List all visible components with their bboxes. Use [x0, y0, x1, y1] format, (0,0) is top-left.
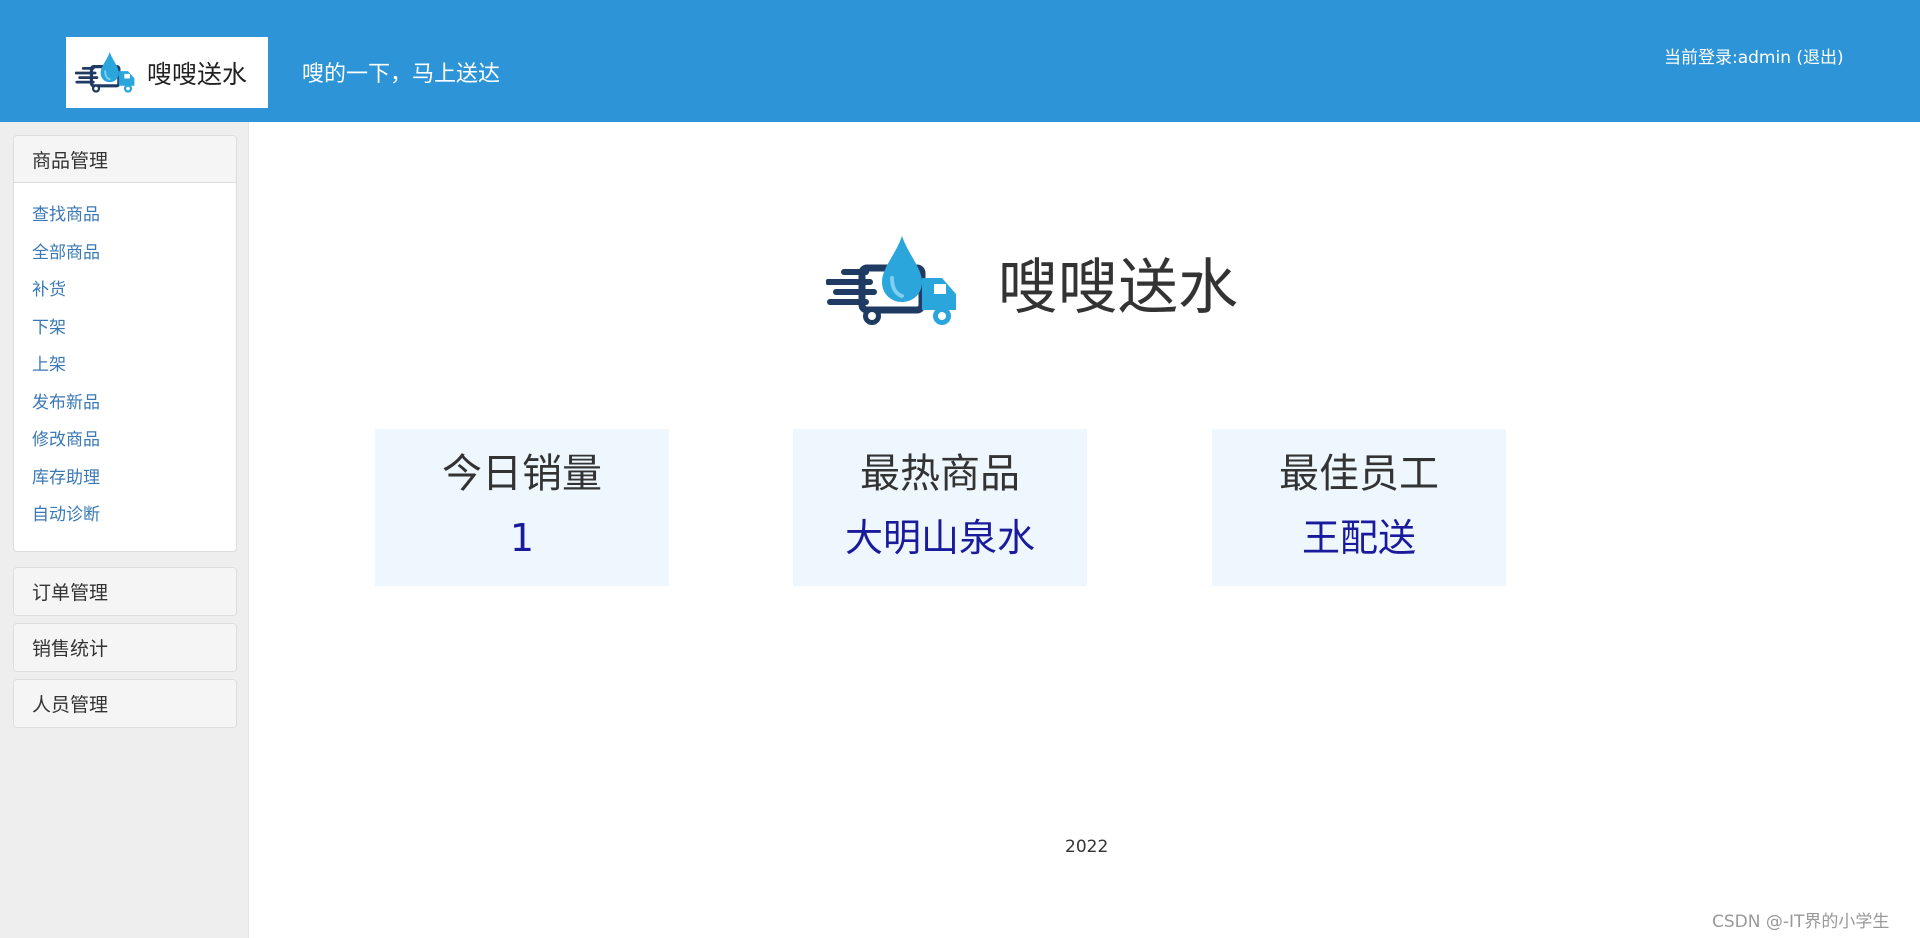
card-value: 1 [509, 516, 535, 560]
panel-heading-product-management[interactable]: 商品管理 [14, 136, 236, 183]
water-drop-truck-icon [75, 51, 135, 93]
product-menu: 查找商品 全部商品 补货 下架 上架 发布新品 修改商品 库存助理 自动诊断 [14, 183, 236, 551]
menu-item-auto-diagnosis[interactable]: 自动诊断 [32, 497, 236, 535]
panel-heading-staff-management[interactable]: 人员管理 [14, 680, 236, 727]
card-title: 最佳员工 [1279, 451, 1439, 497]
water-drop-truck-icon [826, 236, 956, 325]
header-logo[interactable]: 嗖嗖送水 [66, 37, 268, 108]
card-value: 大明山泉水 [844, 516, 1035, 560]
sidebar: 商品管理 查找商品 全部商品 补货 下架 上架 发布新品 修改商品 库存助理 自… [0, 122, 249, 938]
card-title: 最热商品 [860, 451, 1020, 497]
panel-sales-statistics: 销售统计 [13, 623, 237, 672]
card-title: 今日销量 [442, 451, 602, 497]
card-value: 王配送 [1301, 516, 1416, 560]
menu-item-find-product[interactable]: 查找商品 [32, 197, 236, 235]
top-header: 嗖嗖送水 嗖的一下，马上送达 当前登录:admin (退出) [0, 0, 1920, 122]
menu-item-delist[interactable]: 下架 [32, 310, 236, 348]
logo-text: 嗖嗖送水 [147, 59, 248, 89]
panel-order-management: 订单管理 [13, 567, 237, 616]
menu-item-all-products[interactable]: 全部商品 [32, 235, 236, 273]
menu-item-publish-new[interactable]: 发布新品 [32, 385, 236, 423]
menu-item-edit-product[interactable]: 修改商品 [32, 422, 236, 460]
panel-heading-order-management[interactable]: 订单管理 [14, 568, 236, 615]
menu-item-restock[interactable]: 补货 [32, 272, 236, 310]
panel-heading-sales-statistics[interactable]: 销售统计 [14, 624, 236, 671]
user-status: 当前登录:admin (退出) [1664, 43, 1844, 68]
stat-card-today-sales: 今日销量 1 [375, 429, 669, 586]
menu-item-inventory-assistant[interactable]: 库存助理 [32, 460, 236, 498]
brand-banner: 嗖嗖送水 [826, 232, 1238, 332]
panel-staff-management: 人员管理 [13, 679, 237, 728]
watermark: CSDN @-IT界的小学生 [1712, 912, 1890, 932]
menu-item-list[interactable]: 上架 [32, 347, 236, 385]
logout-link[interactable]: (退出) [1796, 48, 1843, 68]
header-slogan: 嗖的一下，马上送达 [302, 62, 501, 87]
brand-text: 嗖嗖送水 [998, 252, 1238, 323]
footer-year: 2022 [1065, 837, 1109, 857]
current-user-label: 当前登录:admin [1664, 48, 1791, 68]
stat-card-best-employee: 最佳员工 王配送 [1212, 429, 1506, 586]
stat-card-hottest-product: 最热商品 大明山泉水 [793, 429, 1087, 586]
panel-product-management: 商品管理 查找商品 全部商品 补货 下架 上架 发布新品 修改商品 库存助理 自… [13, 135, 237, 552]
